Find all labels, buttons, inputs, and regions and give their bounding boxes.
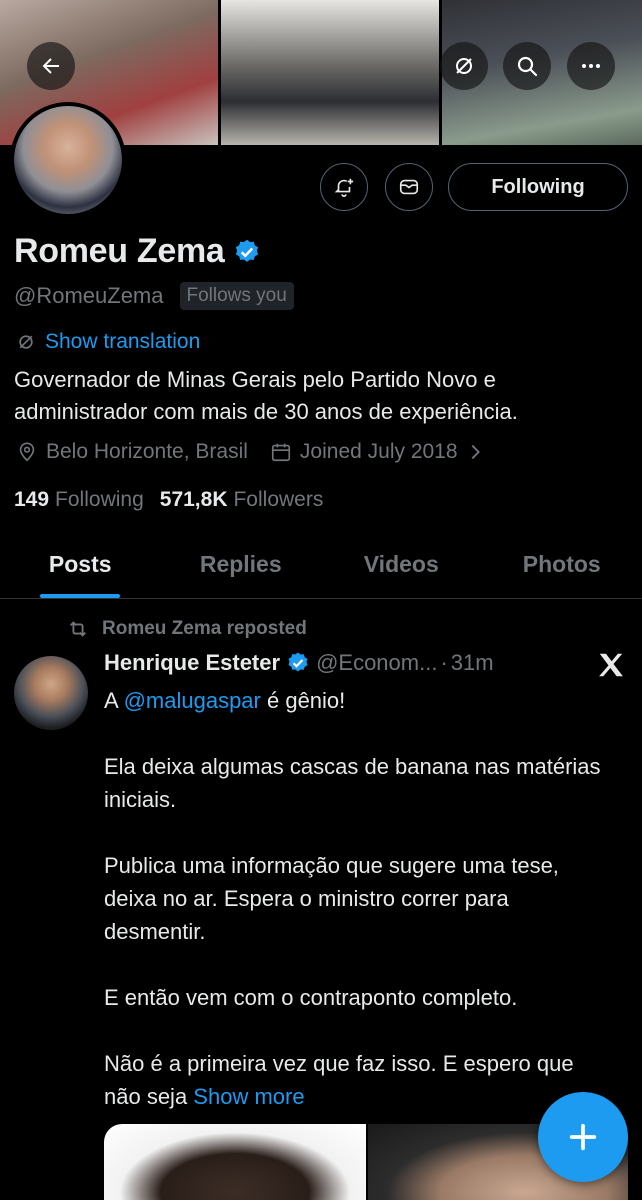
post-header: Henrique Esteter @Econom... · 31m [104,650,624,676]
back-arrow-icon [42,58,59,74]
post-paragraph: Publica uma informação que sugere uma te… [104,853,559,944]
followers-label[interactable]: Followers [233,488,323,512]
profile-handle: @RomeuZema [14,283,164,308]
profile-meta: Belo Horizonte, Brasil Joined July 2018 [16,440,508,464]
notifications-button[interactable] [320,163,368,211]
show-translation-text: Show translation [45,330,201,353]
show-translation-link[interactable]: Show translation [16,330,200,354]
post-author-name[interactable]: Henrique Esteter [104,650,280,676]
translate-icon [19,335,33,349]
joined-item[interactable]: Joined July 2018 [270,440,486,464]
search-button[interactable] [503,42,551,90]
tab-label: Photos [522,550,601,577]
tab-label: Posts [48,550,112,577]
profile-name: Romeu Zema [14,232,225,270]
location-text: Belo Horizonte, Brasil [46,440,248,463]
text-span: A [104,688,124,713]
tab-label: Replies [199,550,282,577]
location-item: Belo Horizonte, Brasil [16,440,248,464]
message-button[interactable] [385,163,433,211]
post-paragraph: Ela deixa algumas cascas de banana nas m… [104,754,601,812]
following-label[interactable]: Following [55,488,144,512]
search-icon [517,56,538,77]
compose-button[interactable] [538,1092,628,1182]
text-span: Não é a primeira vez que faz isso. E esp… [104,1051,574,1109]
post-paragraph: A @malugaspar é gênio! [104,684,604,717]
chevron-right-icon [471,444,480,460]
post-author-avatar[interactable] [14,656,88,730]
plus-icon [569,1123,597,1151]
following-count[interactable]: 149 [14,488,49,512]
avatar-image [14,106,122,214]
more-icon [582,64,600,68]
tab-photos[interactable]: Photos [482,530,642,598]
post-paragraph: Não é a primeira vez que faz isso. E esp… [104,1047,604,1113]
verified-badge-icon[interactable] [286,651,310,675]
profile-bio: Governador de Minas Gerais pelo Partido … [14,367,518,424]
profile-avatar[interactable] [10,102,126,218]
post-separator: · [440,650,448,675]
handle-row: @RomeuZema Follows you [14,282,294,310]
calendar-icon [271,443,290,462]
grok-icon [456,58,472,74]
post-image-1[interactable] [104,1124,366,1200]
tab-replies[interactable]: Replies [161,530,322,598]
tab-label: Videos [363,550,439,577]
more-button[interactable] [567,42,615,90]
profile-stats: 149 Following 571,8K Followers [14,488,339,512]
follows-you-badge: Follows you [179,282,294,310]
joined-text: Joined July 2018 [299,440,458,463]
post-author-handle[interactable]: @Econom... [316,650,437,676]
post-text[interactable]: A @malugaspar é gênio! Ela deixa algumas… [104,684,604,1113]
location-icon [19,442,35,462]
x-logo-icon [599,653,623,677]
repost-icon [70,621,86,637]
followers-count[interactable]: 571,8K [160,488,228,512]
post-paragraph: E então vem com o contraponto completo. [104,985,518,1010]
message-icon [399,179,419,195]
mention-link[interactable]: @malugaspar [124,688,261,713]
tab-videos[interactable]: Videos [321,530,482,598]
repost-label: Romeu Zema reposted [102,618,307,639]
verified-badge-icon[interactable] [233,238,261,266]
tab-posts[interactable]: Posts [0,530,161,598]
profile-tabs: Posts Replies Videos Photos [0,530,642,599]
profile-name-row: Romeu Zema [14,232,261,271]
banner-photo-2 [221,0,439,145]
post-time[interactable]: 31m [451,650,494,676]
add-notification-icon [334,178,354,197]
back-button[interactable] [27,42,75,90]
active-tab-indicator [40,594,121,598]
show-more-link[interactable]: Show more [193,1084,304,1109]
repost-indicator: Romeu Zema reposted [66,618,307,640]
grok-button[interactable] [440,42,488,90]
following-button[interactable]: Following [448,163,628,211]
text-span: é gênio! [260,688,346,713]
